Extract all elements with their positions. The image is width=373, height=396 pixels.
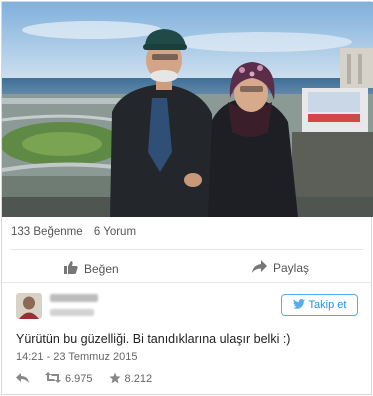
retweet-count: 6.975 xyxy=(65,373,93,385)
comments-count[interactable]: 6 Yorum xyxy=(94,226,136,238)
likes-count[interactable]: 133 Beğenme xyxy=(11,226,83,238)
share-label: Paylaş xyxy=(273,261,310,275)
tweet-text: Yürütün bu güzelliği. Bi tanıdıklarına u… xyxy=(16,332,291,346)
tweet-timestamp[interactable]: 14:21 - 23 Temmuz 2015 xyxy=(16,351,137,363)
retweet-button[interactable]: 6.975 xyxy=(45,372,93,386)
post-stats: 133 Beğenme 6 Yorum xyxy=(11,226,144,238)
follow-button[interactable]: Takip et xyxy=(281,294,358,316)
elderly-couple-photo xyxy=(2,2,373,217)
post-photo[interactable] xyxy=(2,2,373,217)
favorite-button[interactable]: 8.212 xyxy=(109,372,153,387)
embedded-tweet: Takip et Yürütün bu güzelliği. Bi tanıdı… xyxy=(2,283,371,394)
twitter-bird-icon xyxy=(292,298,305,312)
avatar[interactable] xyxy=(16,293,42,319)
follow-label: Takip et xyxy=(308,299,347,311)
like-button[interactable]: Beğen xyxy=(64,260,119,277)
reply-icon xyxy=(16,372,29,386)
thumbs-up-icon xyxy=(64,260,78,277)
retweet-icon xyxy=(45,372,61,386)
like-label: Beğen xyxy=(84,261,119,276)
post-actions: Beğen Paylaş xyxy=(2,258,371,280)
user-name-blurred[interactable] xyxy=(50,294,98,302)
share-button[interactable]: Paylaş xyxy=(252,260,309,276)
star-icon xyxy=(109,372,121,387)
facebook-post-card: 133 Beğenme 6 Yorum Beğen Paylaş Takip e… xyxy=(1,1,373,395)
tweet-actions: 6.975 8.212 xyxy=(16,371,168,387)
divider xyxy=(10,249,363,250)
share-arrow-icon xyxy=(252,260,267,276)
favorite-count: 8.212 xyxy=(124,373,153,385)
reply-button[interactable] xyxy=(16,372,29,386)
user-handle-blurred xyxy=(50,309,94,316)
